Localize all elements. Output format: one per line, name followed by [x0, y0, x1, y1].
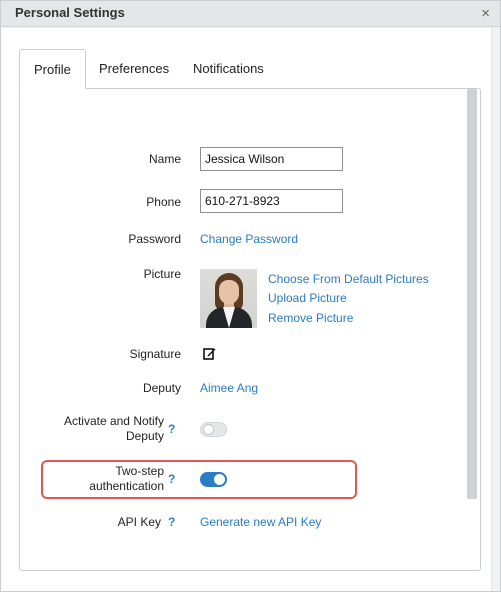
activate-notify-deputy-toggle[interactable]	[200, 422, 227, 437]
activate-notify-label-line2: Deputy	[125, 429, 164, 443]
remove-picture-link[interactable]: Remove Picture	[268, 311, 353, 325]
edit-icon[interactable]	[203, 347, 216, 360]
tab-notifications[interactable]: Notifications	[179, 49, 278, 89]
profile-picture	[200, 269, 257, 328]
outer-scrollbar[interactable]	[491, 28, 500, 591]
generate-api-key-link[interactable]: Generate new API Key	[200, 515, 321, 529]
phone-input[interactable]	[200, 189, 343, 213]
choose-default-pictures-link[interactable]: Choose From Default Pictures	[268, 272, 429, 286]
deputy-label: Deputy	[142, 381, 181, 395]
title-bar: Personal Settings ×	[1, 1, 500, 27]
upload-picture-link[interactable]: Upload Picture	[268, 291, 347, 305]
activate-notify-help-icon[interactable]: ?	[168, 422, 175, 436]
name-label: Name	[148, 152, 181, 166]
activate-notify-label-line1: Activate and Notify	[63, 414, 164, 428]
toggle-knob	[203, 424, 214, 435]
api-key-help-icon[interactable]: ?	[168, 515, 175, 529]
api-key-label: API Key	[117, 515, 161, 529]
activate-notify-deputy-label: Activate and Notify Deputy	[64, 414, 164, 444]
password-label: Password	[128, 232, 181, 246]
picture-label: Picture	[143, 267, 181, 281]
phone-label: Phone	[146, 195, 181, 209]
highlight-box	[41, 460, 357, 499]
panel-scrollbar[interactable]	[467, 89, 477, 499]
name-input[interactable]	[200, 147, 343, 171]
change-password-link[interactable]: Change Password	[200, 232, 298, 246]
close-icon[interactable]: ×	[481, 5, 490, 22]
dialog-title: Personal Settings	[15, 5, 125, 20]
personal-settings-dialog: Personal Settings × Profile Preferences …	[0, 0, 501, 592]
tab-profile[interactable]: Profile	[19, 49, 86, 89]
signature-label: Signature	[129, 347, 181, 361]
photo-face	[219, 280, 239, 304]
deputy-link[interactable]: Aimee Ang	[200, 381, 258, 395]
tab-preferences[interactable]: Preferences	[85, 49, 183, 89]
